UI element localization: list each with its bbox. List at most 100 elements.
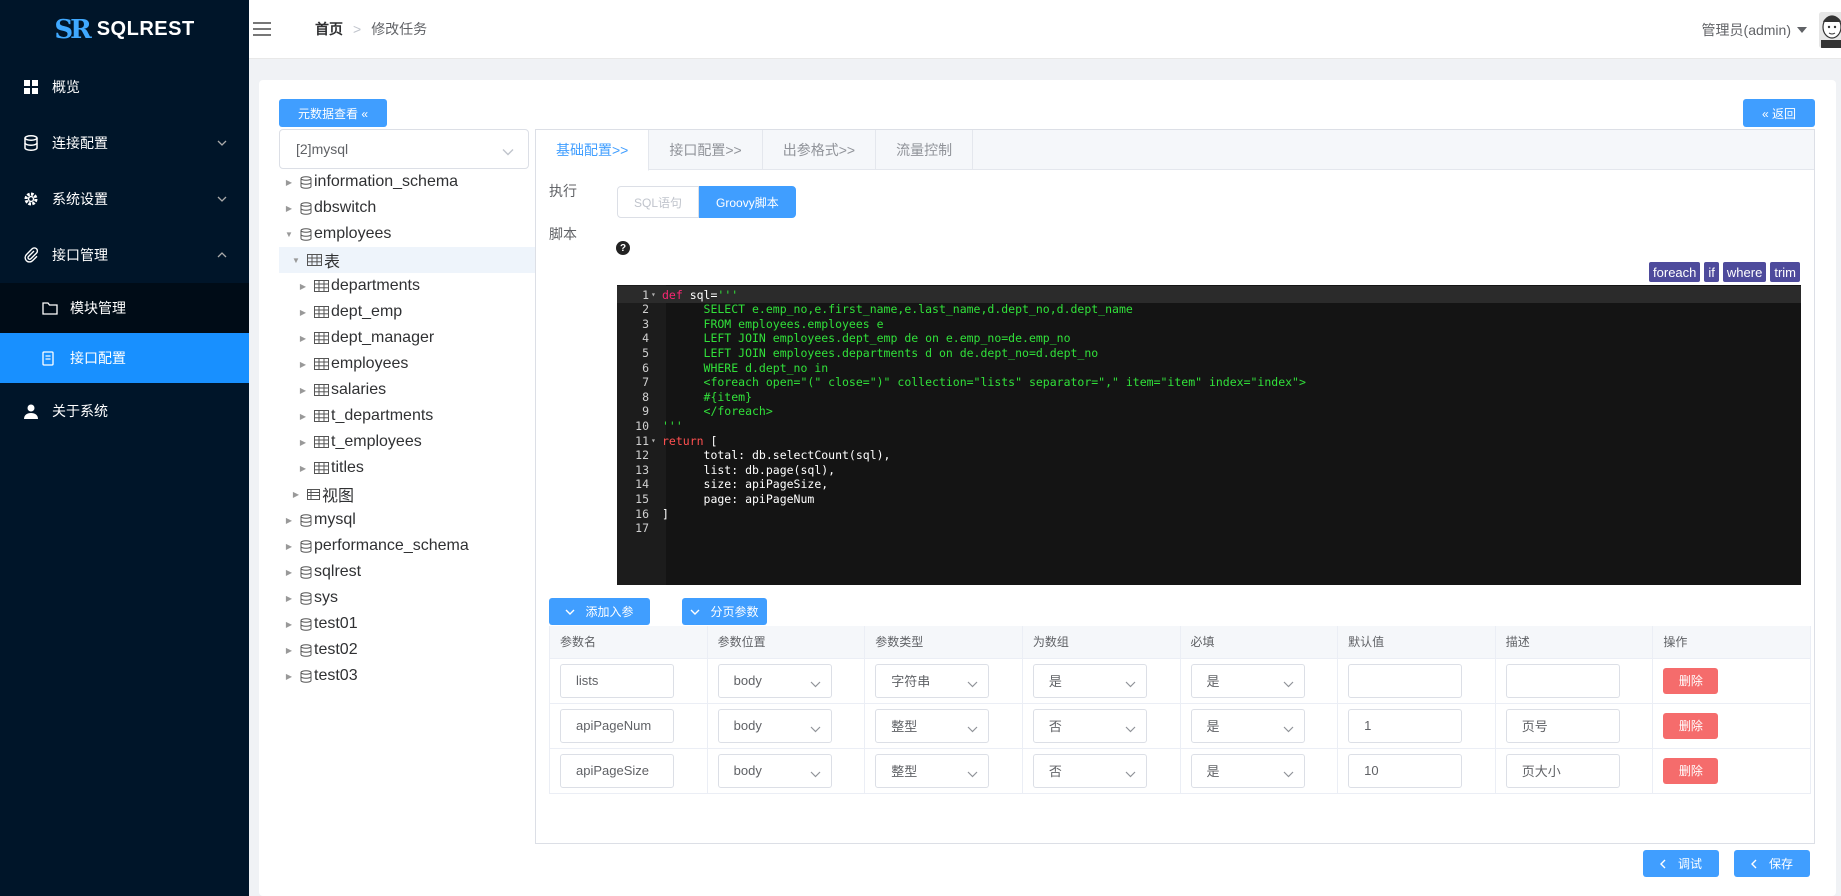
user-name[interactable]: 管理员(admin) [1702, 20, 1791, 40]
tree-node[interactable]: ▶ salaries [279, 377, 535, 403]
groovy-mode-button[interactable]: Groovy脚本 [699, 186, 796, 218]
param-location-select[interactable]: body [717, 663, 832, 698]
param-desc-input[interactable]: 页大小 [1505, 753, 1620, 788]
param-type-select[interactable]: 字符串 [875, 663, 990, 698]
breadcrumb-home[interactable]: 首页 [315, 19, 343, 39]
tree-node[interactable]: ▶ test02 [279, 637, 535, 663]
caret-right-icon[interactable]: ▶ [284, 204, 294, 213]
fold-marker[interactable]: ▾ [649, 436, 659, 445]
caret-right-icon[interactable]: ▶ [284, 620, 294, 629]
param-default-input[interactable] [1348, 663, 1463, 698]
caret-right-icon[interactable]: ▶ [284, 178, 294, 187]
param-location-select[interactable]: body [717, 753, 832, 788]
caret-down-icon[interactable]: ▼ [291, 256, 301, 265]
param-default-input[interactable]: 1 [1348, 708, 1463, 743]
caret-right-icon[interactable]: ▶ [298, 334, 308, 343]
sidebar-item-modules[interactable]: 模块管理 [0, 283, 249, 333]
snippet-if-button[interactable]: if [1704, 262, 1719, 282]
save-button[interactable]: 保存 [1734, 850, 1810, 877]
back-button[interactable]: « 返回 [1743, 99, 1815, 127]
tree-node[interactable]: ▶ information_schema [279, 169, 535, 195]
app-logo[interactable]: SR SQLREST [0, 0, 249, 59]
sql-mode-button[interactable]: SQL语句 [617, 186, 700, 218]
caret-right-icon[interactable]: ▶ [284, 672, 294, 681]
debug-button[interactable]: 调试 [1643, 850, 1719, 877]
tree-node[interactable]: ▶ test01 [279, 611, 535, 637]
pagination-params-button[interactable]: 分页参数 [682, 598, 767, 625]
caret-right-icon[interactable]: ▶ [298, 464, 308, 473]
param-required-select[interactable]: 是 [1190, 708, 1305, 743]
snippet-trim-button[interactable]: trim [1770, 262, 1800, 282]
tree-node[interactable]: ▶ titles [279, 455, 535, 481]
tree-node[interactable]: ▶ sys [279, 585, 535, 611]
caret-right-icon[interactable]: ▶ [298, 412, 308, 421]
tree-node[interactable]: ▶ mysql [279, 507, 535, 533]
tab-output-format[interactable]: 出参格式>> [763, 130, 877, 170]
param-name-input[interactable]: lists [560, 663, 674, 698]
tree-node[interactable]: ▶ dept_manager [279, 325, 535, 351]
avatar[interactable] [1819, 11, 1841, 48]
param-name-input[interactable]: apiPageSize [560, 753, 674, 788]
user-menu[interactable]: 管理员(admin) [1702, 0, 1841, 59]
param-type-select[interactable]: 整型 [875, 708, 990, 743]
tree-node[interactable]: ▼ employees [279, 221, 535, 247]
tree-node[interactable]: ▼ 表 [279, 247, 535, 273]
code-editor[interactable]: 1 ▾ def sql=''' 2 SELECT e.emp_no,e.first_n… [617, 285, 1801, 585]
tab-api-config[interactable]: 接口配置>> [649, 130, 763, 170]
caret-right-icon[interactable]: ▶ [284, 568, 294, 577]
tree-node[interactable]: ▶ sqlrest [279, 559, 535, 585]
caret-right-icon[interactable]: ▶ [298, 282, 308, 291]
param-desc-input[interactable] [1505, 663, 1620, 698]
caret-right-icon[interactable]: ▶ [284, 646, 294, 655]
tree-node[interactable]: ▶ t_departments [279, 403, 535, 429]
tree-node[interactable]: ▶ departments [279, 273, 535, 299]
param-name-input[interactable]: apiPageNum [560, 708, 674, 743]
tree-node[interactable]: ▶ t_employees [279, 429, 535, 455]
caret-right-icon[interactable]: ▶ [298, 438, 308, 447]
param-location-select[interactable]: body [717, 708, 832, 743]
param-default-input[interactable]: 10 [1348, 753, 1463, 788]
help-icon[interactable]: ? [616, 241, 630, 255]
tree-node[interactable]: ▶ test03 [279, 663, 535, 689]
tree-node[interactable]: ▶ dbswitch [279, 195, 535, 221]
caret-right-icon[interactable]: ▶ [298, 386, 308, 395]
delete-param-button[interactable]: 删除 [1663, 712, 1719, 739]
delete-param-button[interactable]: 删除 [1663, 757, 1719, 784]
caret-right-icon[interactable]: ▶ [284, 516, 294, 525]
fold-marker[interactable]: ▾ [649, 290, 659, 299]
param-array-select[interactable]: 否 [1032, 753, 1147, 788]
tab-flow-control[interactable]: 流量控制 [876, 130, 974, 170]
caret-right-icon[interactable]: ▶ [298, 360, 308, 369]
caret-down-icon[interactable]: ▼ [284, 230, 294, 239]
param-required-select[interactable]: 是 [1190, 663, 1305, 698]
sidebar-item-api-config[interactable]: 接口配置 [0, 333, 249, 383]
sidebar-item-settings[interactable]: 系统设置 [0, 171, 249, 227]
tab-basic-config[interactable]: 基础配置>> [536, 130, 650, 171]
caret-right-icon[interactable]: ▶ [284, 594, 294, 603]
sidebar-item-connections[interactable]: 连接配置 [0, 115, 249, 171]
sidebar-item-overview[interactable]: 概览 [0, 59, 249, 115]
delete-param-button[interactable]: 删除 [1663, 667, 1719, 694]
param-type-select[interactable]: 整型 [875, 753, 990, 788]
caret-right-icon[interactable]: ▶ [298, 308, 308, 317]
snippet-where-button[interactable]: where [1722, 262, 1767, 282]
add-param-button[interactable]: 添加入参 [549, 598, 650, 625]
tree-node[interactable]: ▶ employees [279, 351, 535, 377]
tree-node[interactable]: ▶ 视图 [279, 481, 535, 507]
datasource-select[interactable]: [2]mysql [279, 129, 529, 169]
tree-node[interactable]: ▶ performance_schema [279, 533, 535, 559]
param-desc-input[interactable]: 页号 [1505, 708, 1620, 743]
caret-right-icon[interactable]: ▶ [284, 542, 294, 551]
menu-toggle-icon[interactable] [253, 22, 271, 36]
sidebar-item-api-management[interactable]: 接口管理 [0, 227, 249, 283]
caret-right-icon[interactable]: ▶ [291, 490, 301, 499]
param-array-select[interactable]: 是 [1032, 663, 1147, 698]
snippet-foreach-button[interactable]: foreach [1649, 262, 1701, 282]
param-array-select[interactable]: 否 [1032, 708, 1147, 743]
metadata-toggle-button[interactable]: 元数据查看 « [279, 99, 387, 127]
code-token: LEFT JOIN employees.dept_emp de on e.emp… [662, 331, 1071, 346]
tree-node[interactable]: ▶ dept_emp [279, 299, 535, 325]
param-required-select[interactable]: 是 [1190, 753, 1305, 788]
sidebar-item-about[interactable]: 关于系统 [0, 383, 249, 439]
caret-down-icon[interactable] [1797, 26, 1807, 33]
